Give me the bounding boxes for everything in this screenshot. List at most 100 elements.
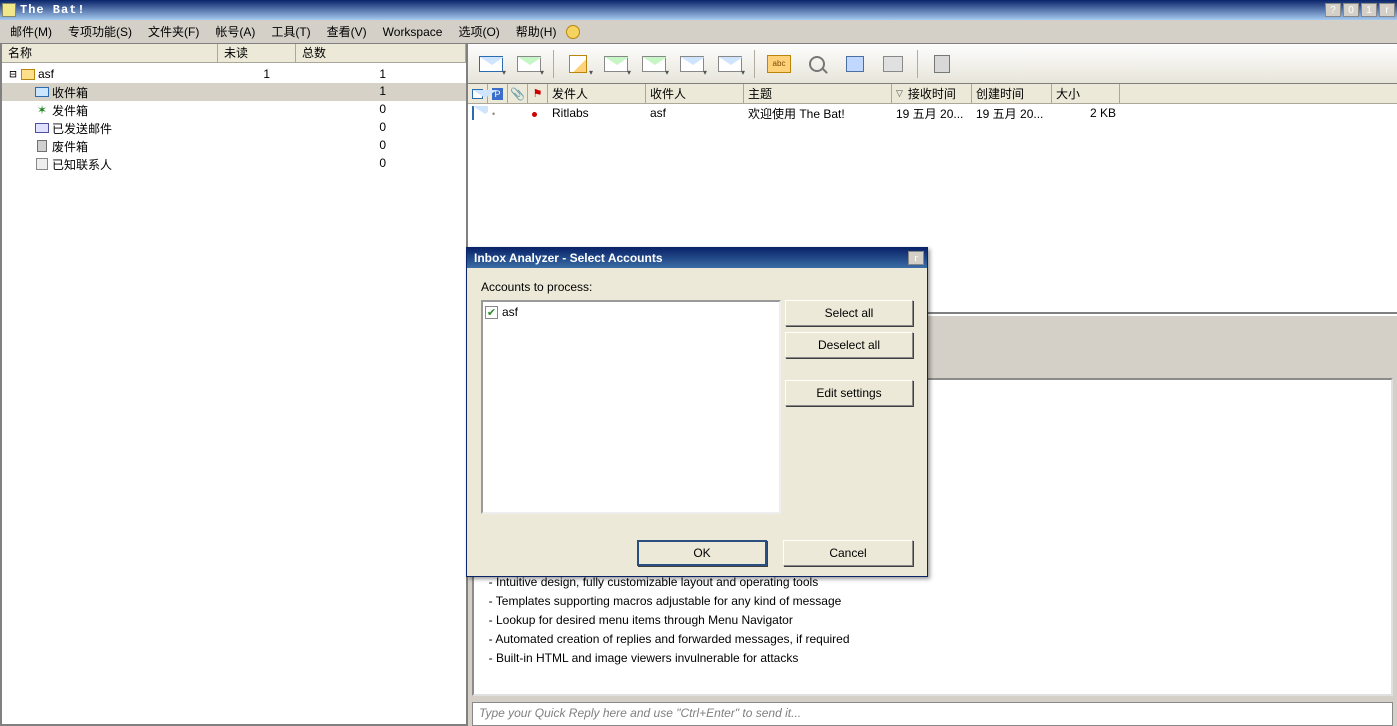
help-button[interactable]: ? (1325, 3, 1341, 17)
compose-icon (569, 55, 587, 73)
receive-button[interactable] (474, 48, 508, 80)
gear-icon[interactable] (566, 25, 580, 39)
msg-size: 2 KB (1052, 106, 1120, 120)
cancel-button[interactable]: Cancel (783, 540, 913, 566)
message-list-header: P 📎 ⚑ 发件人 收件人 主题 接收时间 创建时间 大小 (468, 84, 1397, 104)
forward-button[interactable] (675, 48, 709, 80)
separator (754, 50, 755, 78)
dialog-title: Inbox Analyzer - Select Accounts (474, 251, 663, 265)
sent-icon (35, 123, 49, 133)
envelope-icon (472, 89, 483, 99)
inbox-icon (35, 87, 49, 97)
msg-subject: 欢迎使用 The Bat! (744, 105, 892, 122)
outbox-icon: ✶ (34, 103, 50, 117)
book-icon (846, 56, 864, 72)
col-size[interactable]: 大小 (1052, 84, 1120, 103)
spellcheck-button[interactable]: abc (762, 48, 796, 80)
menu-view[interactable]: 查看(V) (321, 21, 373, 42)
send-button[interactable] (512, 48, 546, 80)
app-icon (2, 3, 16, 17)
col-recipient[interactable]: 收件人 (646, 84, 744, 103)
contacts-icon (36, 158, 48, 170)
col-status-icon[interactable] (468, 84, 488, 103)
col-subject[interactable]: 主题 (744, 84, 892, 103)
tree-contacts[interactable]: 已知联系人 0 (2, 155, 466, 173)
menu-options[interactable]: 选项(O) (452, 21, 505, 42)
account-list[interactable]: ✔ asf (481, 300, 781, 514)
forward-icon (680, 56, 704, 72)
account-item[interactable]: ✔ asf (485, 304, 777, 320)
menu-tools[interactable]: 工具(T) (265, 21, 316, 42)
tree-account[interactable]: ⊟asf 1 1 (2, 65, 466, 83)
maximize-button[interactable]: 1 (1361, 3, 1377, 17)
menu-mail[interactable]: 邮件(M) (4, 21, 58, 42)
tree-account-total: 1 (300, 67, 466, 81)
tree-contacts-total: 0 (300, 156, 466, 173)
account-item-label: asf (502, 305, 518, 319)
ok-button[interactable]: OK (637, 540, 767, 566)
message-row[interactable]: • Ritlabs asf 欢迎使用 The Bat! 19 五月 20... … (468, 104, 1397, 122)
print-button[interactable] (876, 48, 910, 80)
search-button[interactable] (800, 48, 834, 80)
tree-outbox[interactable]: ✶发件箱 0 (2, 101, 466, 119)
tree-sent-label: 已发送邮件 (50, 120, 112, 137)
dialog-close-button[interactable]: r (908, 251, 924, 265)
folder-icon (21, 69, 35, 80)
menu-account[interactable]: 帐号(A) (209, 21, 261, 42)
tree-account-unread: 1 (222, 67, 300, 81)
reply-button[interactable] (599, 48, 633, 80)
col-attach-icon[interactable]: 📎 (508, 84, 528, 103)
separator (917, 50, 918, 78)
tree-contacts-label: 已知联系人 (50, 156, 112, 173)
reply-icon (604, 56, 628, 72)
menu-special[interactable]: 专项功能(S) (62, 21, 138, 42)
tree-sent[interactable]: 已发送邮件 0 (2, 119, 466, 137)
flag-dot-icon (532, 112, 537, 117)
tree-inbox-label: 收件箱 (50, 84, 88, 101)
checkbox-icon[interactable]: ✔ (485, 306, 498, 319)
col-created[interactable]: 创建时间 (972, 84, 1052, 103)
trash-icon (37, 140, 47, 152)
tree-inbox[interactable]: 收件箱 1 (2, 83, 466, 101)
reply-all-button[interactable] (637, 48, 671, 80)
receive-icon (479, 56, 503, 72)
quick-reply-input[interactable]: Type your Quick Reply here and use "Ctrl… (472, 702, 1393, 726)
close-button[interactable]: r (1379, 3, 1395, 17)
select-all-button[interactable]: Select all (785, 300, 913, 326)
separator (553, 50, 554, 78)
menu-folder[interactable]: 文件夹(F) (142, 21, 205, 42)
redirect-icon (718, 56, 742, 72)
folder-tree-panel: 名称 未读 总数 ⊟asf 1 1 收件箱 1 ✶发件 (0, 44, 468, 726)
tree-trash-total: 0 (300, 138, 466, 155)
col-sender[interactable]: 发件人 (548, 84, 646, 103)
tree-outbox-total: 0 (300, 102, 466, 119)
delete-icon (934, 55, 950, 73)
deselect-all-button[interactable]: Deselect all (785, 332, 913, 358)
redirect-button[interactable] (713, 48, 747, 80)
compose-button[interactable] (561, 48, 595, 80)
delete-button[interactable] (925, 48, 959, 80)
inbox-analyzer-dialog: Inbox Analyzer - Select Accounts r Accou… (466, 247, 928, 577)
abc-icon: abc (767, 55, 791, 73)
window-titlebar: The Bat! ? 0 1 r (0, 0, 1397, 20)
menu-help[interactable]: 帮助(H) (510, 21, 563, 42)
msg-recipient: asf (646, 106, 744, 120)
window-title: The Bat! (20, 3, 86, 17)
edit-settings-button[interactable]: Edit settings (785, 380, 913, 406)
col-flag-icon[interactable]: ⚑ (528, 84, 548, 103)
tree-trash[interactable]: 废件箱 0 (2, 137, 466, 155)
folder-tree[interactable]: ⊟asf 1 1 收件箱 1 ✶发件箱 0 (2, 63, 466, 724)
tree-sent-total: 0 (300, 120, 466, 137)
menubar: 邮件(M) 专项功能(S) 文件夹(F) 帐号(A) 工具(T) 查看(V) W… (0, 20, 1397, 44)
menu-workspace[interactable]: Workspace (377, 23, 449, 41)
addressbook-button[interactable] (838, 48, 872, 80)
col-total[interactable]: 总数 (296, 44, 466, 62)
tree-trash-label: 废件箱 (50, 138, 88, 155)
toolbar: abc (468, 44, 1397, 84)
col-received[interactable]: 接收时间 (892, 84, 972, 103)
minimize-button[interactable]: 0 (1343, 3, 1359, 17)
col-unread[interactable]: 未读 (218, 44, 296, 62)
attachment-icon: 📎 (510, 87, 525, 101)
col-name[interactable]: 名称 (2, 44, 218, 62)
dialog-label: Accounts to process: (481, 280, 913, 294)
